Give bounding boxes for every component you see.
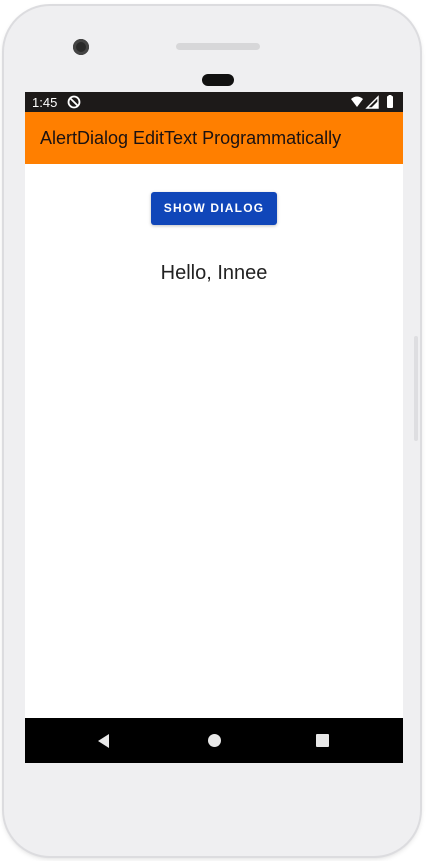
do-not-disturb-icon — [67, 95, 81, 109]
status-system-icons — [351, 95, 393, 109]
back-icon — [97, 733, 109, 748]
recents-icon — [315, 734, 329, 747]
proximity-sensor — [202, 74, 234, 86]
nav-back-button[interactable] — [83, 718, 123, 763]
earpiece-speaker — [176, 43, 260, 50]
status-time: 1:45 — [32, 95, 58, 110]
nav-recents-button[interactable] — [302, 718, 342, 763]
front-camera — [73, 39, 89, 55]
app-title: AlertDialog EditText Programmatically — [40, 128, 342, 148]
signal-icon — [365, 95, 379, 109]
greeting-text: Hello, Innee — [160, 262, 268, 284]
device-screen: 1:45 AlertDialog EditText Programmatical… — [25, 92, 403, 763]
app-bar: AlertDialog EditText Programmatically — [25, 112, 403, 164]
nav-home-button[interactable] — [194, 718, 234, 763]
navigation-bar — [25, 718, 403, 763]
side-button — [414, 336, 418, 441]
wifi-icon — [351, 96, 363, 107]
battery-icon — [387, 95, 393, 108]
status-bar: 1:45 — [25, 92, 403, 112]
home-icon — [207, 734, 221, 747]
show-dialog-button[interactable]: SHOW DIALOG — [151, 192, 277, 225]
